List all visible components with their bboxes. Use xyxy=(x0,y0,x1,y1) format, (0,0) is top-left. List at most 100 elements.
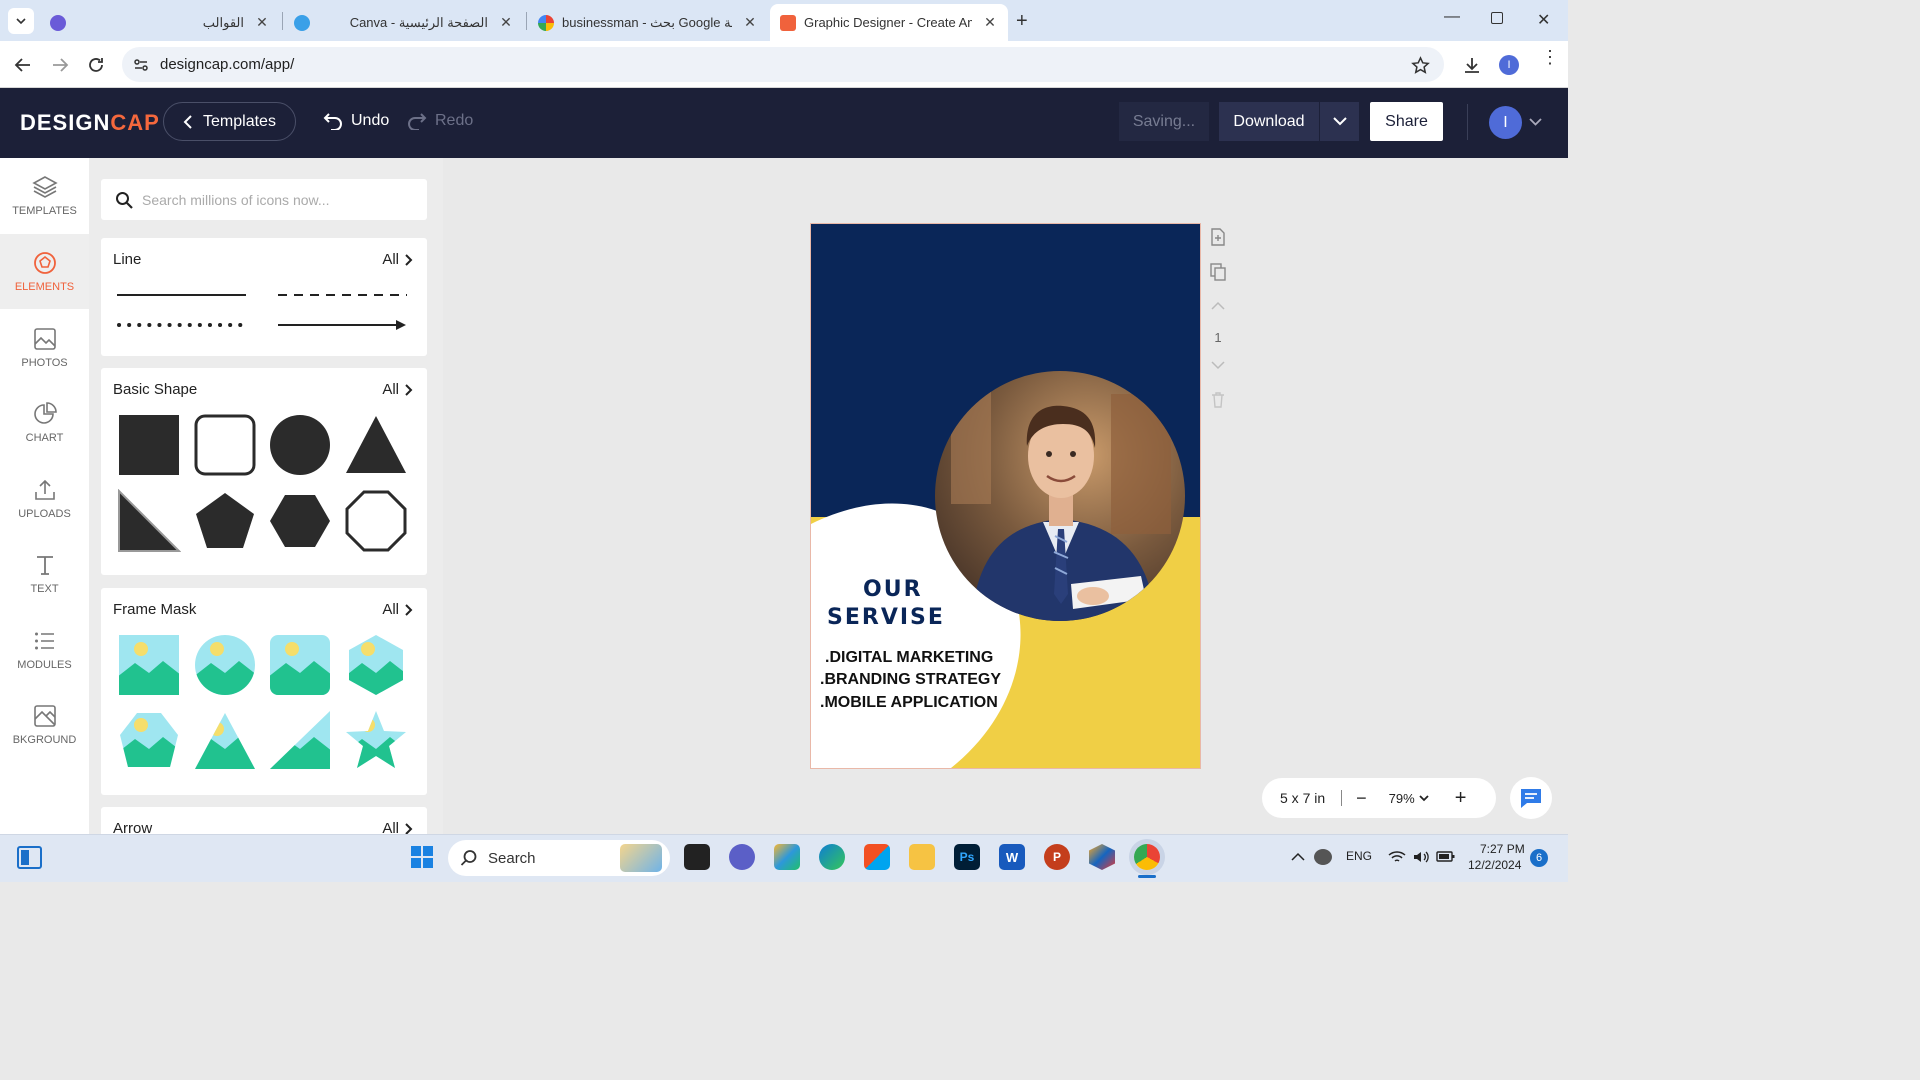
close-tab-icon[interactable]: ✕ xyxy=(498,14,514,31)
browser-tab[interactable]: القوالب ✕ xyxy=(40,4,280,41)
see-all-link[interactable]: All xyxy=(382,601,413,618)
move-page-up-icon[interactable] xyxy=(1211,301,1225,310)
minimize-button[interactable]: — xyxy=(1444,8,1460,26)
triangle-shape[interactable] xyxy=(343,412,409,478)
new-tab-button[interactable]: + xyxy=(1016,10,1028,33)
meet-icon[interactable] xyxy=(729,844,755,870)
zoom-in-button[interactable]: + xyxy=(1455,787,1467,810)
download-icon[interactable] xyxy=(1462,55,1482,75)
rail-item-modules[interactable]: MODULES xyxy=(0,612,89,687)
hexagon-frame-mask[interactable] xyxy=(343,632,409,698)
clock-date[interactable]: 12/2/2024 xyxy=(1468,858,1521,872)
rail-item-text[interactable]: TEXT xyxy=(0,536,89,611)
rail-item-elements[interactable]: ELEMENTS xyxy=(0,234,89,309)
browser-tab[interactable]: businessman - بحث Google عمال واضحة ✕ xyxy=(528,4,768,41)
widgets-icon[interactable] xyxy=(17,846,42,869)
heptagon-frame-mask[interactable] xyxy=(116,708,182,774)
windows-start-icon[interactable] xyxy=(410,845,434,869)
chrome-icon[interactable] xyxy=(1134,844,1160,870)
hexagon-shape[interactable] xyxy=(267,488,333,554)
forward-icon[interactable] xyxy=(51,57,69,73)
powerpoint-icon[interactable]: P xyxy=(1044,844,1070,870)
triangle-frame-mask[interactable] xyxy=(192,708,258,774)
design-page[interactable]: OUR SERVISE .DIGITAL MARKETING .BRANDING… xyxy=(811,224,1200,768)
right-triangle-frame-mask[interactable] xyxy=(267,708,333,774)
photoshop-icon[interactable]: Ps xyxy=(954,844,980,870)
battery-icon[interactable] xyxy=(1436,850,1456,863)
dashed-line-element[interactable] xyxy=(278,290,408,300)
reload-icon[interactable] xyxy=(87,56,105,74)
close-tab-icon[interactable]: ✕ xyxy=(982,14,998,31)
wifi-icon[interactable] xyxy=(1388,850,1406,864)
word-icon[interactable]: W xyxy=(999,844,1025,870)
octagon-shape[interactable] xyxy=(343,488,409,554)
arrow-line-element[interactable] xyxy=(278,318,408,332)
omnibox[interactable] xyxy=(122,47,1444,82)
download-button[interactable]: Download xyxy=(1219,102,1359,141)
zoom-out-button[interactable]: − xyxy=(1356,788,1367,809)
heading-line-2[interactable]: SERVISE xyxy=(827,605,945,630)
browser-tab-active[interactable]: Graphic Designer - Create Amazing ✕ xyxy=(770,4,1008,41)
notification-badge[interactable]: 6 xyxy=(1530,849,1548,867)
templates-back-button[interactable]: Templates xyxy=(163,102,296,141)
rounded-frame-mask[interactable] xyxy=(267,632,333,698)
square-shape[interactable] xyxy=(116,412,182,478)
rail-item-templates[interactable]: TEMPLATES xyxy=(0,158,89,233)
solid-line-element[interactable] xyxy=(117,290,247,300)
share-button[interactable]: Share xyxy=(1370,102,1443,141)
see-all-link[interactable]: All xyxy=(382,381,413,398)
rail-item-chart[interactable]: CHART xyxy=(0,385,89,460)
duplicate-page-icon[interactable] xyxy=(1210,263,1226,281)
circle-shape[interactable] xyxy=(267,412,333,478)
paint-icon[interactable] xyxy=(774,844,800,870)
zoom-level-dropdown[interactable]: 79% xyxy=(1389,791,1429,806)
network-warning-icon[interactable] xyxy=(1314,849,1332,865)
account-menu-chevron-icon[interactable] xyxy=(1529,118,1542,126)
download-options-dropdown[interactable] xyxy=(1319,102,1359,141)
close-tab-icon[interactable]: ✕ xyxy=(742,14,758,31)
user-avatar[interactable]: I xyxy=(1489,106,1522,139)
url-text[interactable]: designcap.com/app/ xyxy=(160,56,294,73)
rounded-square-shape[interactable] xyxy=(192,412,258,478)
icon-search-input[interactable] xyxy=(142,191,402,208)
restore-button[interactable] xyxy=(1491,12,1503,24)
show-hidden-icons-icon[interactable] xyxy=(1291,852,1305,861)
service-item-1[interactable]: .DIGITAL MARKETING xyxy=(825,649,993,667)
redo-button[interactable]: Redo xyxy=(407,112,473,130)
heading-line-1[interactable]: OUR xyxy=(863,577,923,602)
edge-icon[interactable] xyxy=(819,844,845,870)
language-indicator[interactable]: ENG xyxy=(1346,849,1372,863)
dotted-line-element[interactable] xyxy=(117,320,247,330)
back-icon[interactable] xyxy=(14,57,32,73)
file-explorer-icon[interactable] xyxy=(909,844,935,870)
bookmark-star-icon[interactable] xyxy=(1411,56,1430,75)
designcap-logo[interactable]: DESIGNCAP xyxy=(20,110,160,136)
page-size-button[interactable]: 5 x 7 in xyxy=(1280,790,1325,806)
clock-time[interactable]: 7:27 PM xyxy=(1480,842,1525,856)
rail-item-uploads[interactable]: UPLOADS xyxy=(0,461,89,536)
rail-item-photos[interactable]: PHOTOS xyxy=(0,310,89,385)
chat-support-button[interactable] xyxy=(1510,777,1552,819)
circle-frame-mask[interactable] xyxy=(192,632,258,698)
close-tab-icon[interactable]: ✕ xyxy=(254,14,270,31)
service-item-3[interactable]: .MOBILE APPLICATION xyxy=(820,694,998,712)
pentagon-shape[interactable] xyxy=(192,488,258,554)
close-window-button[interactable]: ✕ xyxy=(1537,10,1550,30)
add-page-icon[interactable] xyxy=(1210,228,1226,246)
volume-icon[interactable] xyxy=(1412,850,1430,864)
undo-button[interactable]: Undo xyxy=(323,112,389,130)
star-frame-mask[interactable] xyxy=(343,708,409,774)
rail-item-background[interactable]: BKGROUND xyxy=(0,687,89,762)
site-settings-icon[interactable] xyxy=(133,57,149,73)
square-frame-mask[interactable] xyxy=(116,632,182,698)
store-icon[interactable] xyxy=(864,844,890,870)
taskbar-search[interactable]: Search xyxy=(448,840,670,876)
browser-tab[interactable]: Canva - الصفحة الرئيسية ✕ xyxy=(284,4,524,41)
icon-search-box[interactable] xyxy=(101,179,427,220)
task-view-icon[interactable] xyxy=(684,844,710,870)
tab-search-button[interactable] xyxy=(8,8,34,34)
profile-avatar[interactable]: I xyxy=(1499,55,1519,75)
service-item-2[interactable]: .BRANDING STRATEGY xyxy=(820,671,1001,689)
delete-page-icon[interactable] xyxy=(1211,391,1225,408)
see-all-link[interactable]: All xyxy=(382,251,413,268)
